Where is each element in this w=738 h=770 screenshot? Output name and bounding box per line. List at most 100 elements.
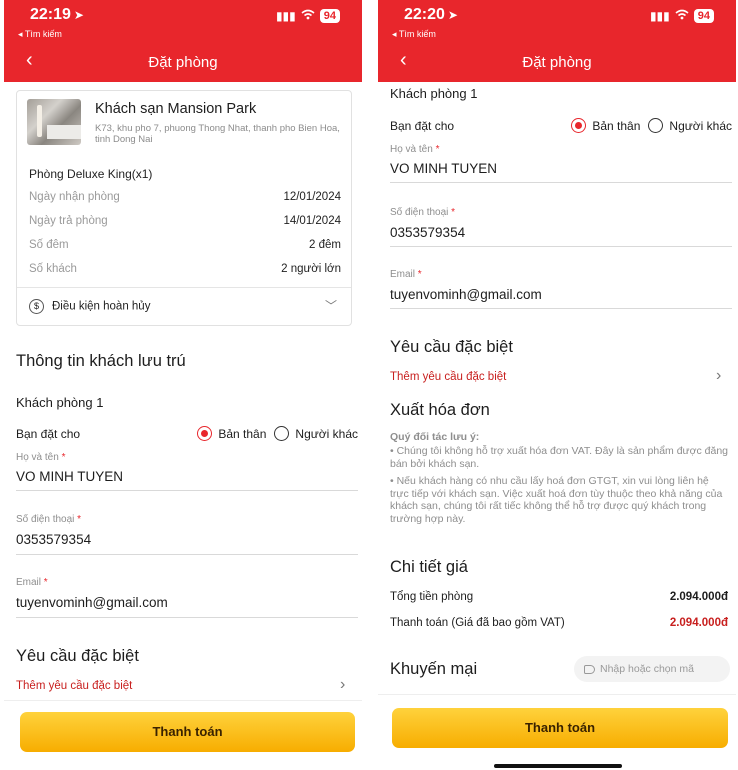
- hotel-name: Khách sạn Mansion Park: [95, 101, 257, 117]
- option-self-label: Bản thân: [218, 426, 267, 441]
- screenshot-right: 22:20 ➤ ◂ Tìm kiếm ▮▮▮ 94 ‹ Đặt phòng Khá…: [378, 0, 736, 770]
- nights-row: Số đêm 2 đêm: [29, 239, 341, 251]
- phone-field-underline: [16, 554, 358, 555]
- home-indicator: [494, 764, 622, 768]
- hotel-summary-card: Khách sạn Mansion Park K73, khu pho 7, p…: [16, 90, 352, 326]
- price-detail-title: Chi tiết giá: [390, 558, 468, 576]
- checkout-value: 14/01/2024: [283, 215, 341, 227]
- location-arrow-icon: ➤: [447, 8, 458, 22]
- guest-info-title: Thông tin khách lưu trú: [16, 352, 186, 370]
- name-field[interactable]: VO MINH TUYEN: [16, 469, 123, 484]
- divider: [17, 287, 351, 288]
- phone-field[interactable]: 0353579354: [390, 225, 465, 240]
- option-other[interactable]: Người khác: [274, 426, 358, 441]
- invoice-title: Xuất hóa đơn: [390, 401, 490, 419]
- option-self[interactable]: Bản thân: [571, 118, 640, 133]
- phone-field-underline: [390, 246, 732, 247]
- location-arrow-icon: ➤: [73, 8, 84, 22]
- email-field-underline: [16, 617, 358, 618]
- guests-value: 2 người lớn: [281, 263, 341, 275]
- chevron-right-icon[interactable]: ›: [340, 676, 345, 694]
- wifi-icon: [675, 9, 689, 23]
- email-field[interactable]: tuyenvominh@gmail.com: [390, 287, 542, 302]
- booking-for-label: Bạn đặt cho: [390, 118, 455, 133]
- payment-total-label: Thanh toán (Giá đã bao gồm VAT): [390, 617, 565, 629]
- battery-icon: 94: [319, 9, 340, 23]
- chevron-right-icon[interactable]: ›: [716, 367, 721, 385]
- checkout-row: Ngày trả phòng 14/01/2024: [29, 215, 341, 227]
- name-field-underline: [16, 490, 358, 491]
- email-field-label: Email *: [390, 269, 422, 280]
- hotel-thumbnail: [27, 99, 81, 145]
- option-other-label: Người khác: [669, 118, 732, 133]
- status-time: 22:19 ➤: [30, 6, 84, 23]
- signal-icon: ▮▮▮: [275, 9, 296, 23]
- radio-unselected-icon[interactable]: [648, 118, 664, 133]
- status-icons: ▮▮▮ 94: [650, 9, 714, 23]
- payment-total-value: 2.094.000đ: [669, 617, 728, 629]
- promo-placeholder: Nhập hoặc chọn mã: [600, 663, 694, 675]
- screenshot-left: 22:19 ➤ ◂ Tìm kiếm ▮▮▮ 94 ‹ Đặt phòng Khá…: [4, 0, 362, 770]
- signal-icon: ▮▮▮: [649, 9, 670, 23]
- status-time: 22:20 ➤: [404, 6, 458, 23]
- checkin-value: 12/01/2024: [283, 191, 341, 203]
- invoice-note-title: Quý đối tác lưu ý:: [390, 431, 480, 443]
- nights-label: Số đêm: [29, 239, 69, 251]
- footer-divider: [4, 700, 362, 701]
- booking-for-row: Bạn đặt cho Bản thân Người khác: [16, 426, 358, 441]
- hotel-address: K73, khu pho 7, phuong Thong Nhat, thanh…: [95, 123, 340, 145]
- wifi-icon: [301, 9, 315, 23]
- guests-row: Số khách 2 người lớn: [29, 263, 341, 275]
- option-other-label: Người khác: [295, 426, 358, 441]
- page-title: Đặt phòng: [522, 54, 592, 71]
- email-field[interactable]: tuyenvominh@gmail.com: [16, 595, 168, 610]
- payment-button[interactable]: Thanh toán: [20, 712, 355, 752]
- back-to-search-link[interactable]: ◂ Tìm kiếm: [392, 29, 436, 40]
- guests-label: Số khách: [29, 263, 77, 275]
- room-guest-label: Khách phòng 1: [390, 86, 478, 101]
- invoice-note-1: • Chúng tôi không hỗ trợ xuất hóa đơn VA…: [390, 445, 728, 470]
- battery-icon: 94: [693, 9, 714, 23]
- booking-for-label: Bạn đặt cho: [16, 426, 81, 441]
- radio-selected-icon[interactable]: [197, 426, 213, 441]
- cancel-policy-toggle[interactable]: $ Điều kiện hoàn hủy ﹀: [29, 299, 341, 314]
- special-request-title: Yêu cầu đặc biệt: [16, 647, 139, 665]
- checkin-label: Ngày nhận phòng: [29, 191, 120, 203]
- radio-unselected-icon[interactable]: [274, 426, 290, 441]
- chevron-down-icon: ﹀: [324, 299, 337, 313]
- app-header: 22:19 ➤ ◂ Tìm kiếm ▮▮▮ 94 ‹ Đặt phòng: [4, 0, 362, 82]
- promo-code-input[interactable]: Nhập hoặc chọn mã: [574, 656, 730, 682]
- option-self[interactable]: Bản thân: [197, 426, 266, 441]
- radio-selected-icon[interactable]: [571, 118, 587, 133]
- room-total-value: 2.094.000đ: [669, 591, 728, 603]
- back-to-search-link[interactable]: ◂ Tìm kiếm: [18, 29, 62, 40]
- checkin-row: Ngày nhận phòng 12/01/2024: [29, 191, 341, 203]
- add-special-request-link[interactable]: Thêm yêu cầu đặc biệt: [16, 680, 132, 692]
- booking-form-scrolled: Khách phòng 1 Bạn đặt cho Bản thân Người…: [378, 82, 736, 770]
- promotion-title: Khuyến mại: [390, 660, 478, 678]
- room-type: Phòng Deluxe King(x1): [29, 167, 153, 181]
- email-field-label: Email *: [16, 577, 48, 588]
- phone-field-label: Số điện thoại *: [390, 207, 456, 218]
- tag-icon: [584, 664, 595, 674]
- name-field[interactable]: VO MINH TUYEN: [390, 161, 497, 176]
- name-field-label: Họ và tên *: [16, 452, 66, 463]
- special-request-title: Yêu cầu đặc biệt: [390, 338, 513, 356]
- option-other[interactable]: Người khác: [648, 118, 732, 133]
- app-header: 22:20 ➤ ◂ Tìm kiếm ▮▮▮ 94 ‹ Đặt phòng: [378, 0, 736, 82]
- checkout-label: Ngày trả phòng: [29, 215, 108, 227]
- status-icons: ▮▮▮ 94: [276, 9, 340, 23]
- name-field-underline: [390, 182, 732, 183]
- booking-for-row: Bạn đặt cho Bản thân Người khác: [390, 118, 732, 133]
- option-self-label: Bản thân: [592, 118, 641, 133]
- room-total-label: Tổng tiền phòng: [390, 591, 474, 603]
- phone-field[interactable]: 0353579354: [16, 532, 91, 547]
- add-special-request-link[interactable]: Thêm yêu cầu đặc biệt: [390, 371, 506, 383]
- email-field-underline: [390, 308, 732, 309]
- refund-coin-icon: $: [29, 299, 44, 314]
- invoice-note-2: • Nếu khách hàng có nhu cầu lấy hoá đơn …: [390, 475, 723, 525]
- page-title: Đặt phòng: [148, 54, 218, 71]
- payment-button[interactable]: Thanh toán: [392, 708, 728, 748]
- name-field-label: Họ và tên *: [390, 144, 440, 155]
- booking-form: Khách sạn Mansion Park K73, khu pho 7, p…: [4, 82, 362, 770]
